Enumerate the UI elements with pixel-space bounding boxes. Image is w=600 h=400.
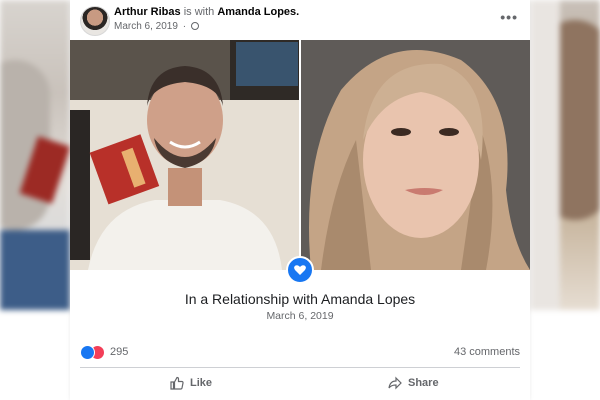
photo-amanda-illustration — [301, 40, 530, 270]
photo-arthur-illustration — [70, 40, 299, 270]
life-event-date: March 6, 2019 — [266, 310, 334, 322]
post-header: Arthur Ribas is with Amanda Lopes. March… — [70, 0, 530, 40]
relationship-photos[interactable] — [70, 40, 530, 270]
author-avatar[interactable] — [80, 6, 110, 36]
post-card: Arthur Ribas is with Amanda Lopes. March… — [70, 0, 530, 400]
life-event-title: In a Relationship with Amanda Lopes — [184, 291, 416, 307]
post-meta: March 6, 2019 · — [114, 21, 199, 32]
like-reaction-icon[interactable] — [80, 345, 95, 360]
actions-divider — [80, 367, 520, 368]
post-date-link[interactable]: March 6, 2019 — [114, 21, 178, 32]
like-button[interactable]: Like — [170, 374, 212, 392]
background-blur-left — [0, 0, 70, 310]
share-arrow-icon — [388, 376, 402, 390]
reactions-count[interactable]: 295 — [110, 346, 128, 358]
post-stats: 295 43 comments — [80, 344, 520, 362]
more-horizontal-icon[interactable]: ••• — [500, 9, 518, 25]
background-blur-right — [530, 0, 600, 310]
author-name-link[interactable]: Arthur Ribas — [114, 6, 181, 18]
comments-count-link[interactable]: 43 comments — [454, 346, 520, 358]
thumbs-up-icon — [170, 376, 184, 390]
relationship-heart-icon — [286, 256, 314, 284]
globe-icon[interactable] — [190, 22, 199, 30]
like-label: Like — [190, 377, 213, 389]
post-author-line: Arthur Ribas is with Amanda Lopes. — [114, 6, 299, 18]
photo-amanda[interactable] — [301, 40, 530, 270]
photo-arthur[interactable] — [70, 40, 299, 270]
share-label: Share — [408, 377, 439, 389]
with-text: is with — [183, 6, 215, 18]
share-button[interactable]: Share — [388, 374, 439, 392]
tagged-person-link[interactable]: Amanda Lopes. — [217, 6, 299, 18]
